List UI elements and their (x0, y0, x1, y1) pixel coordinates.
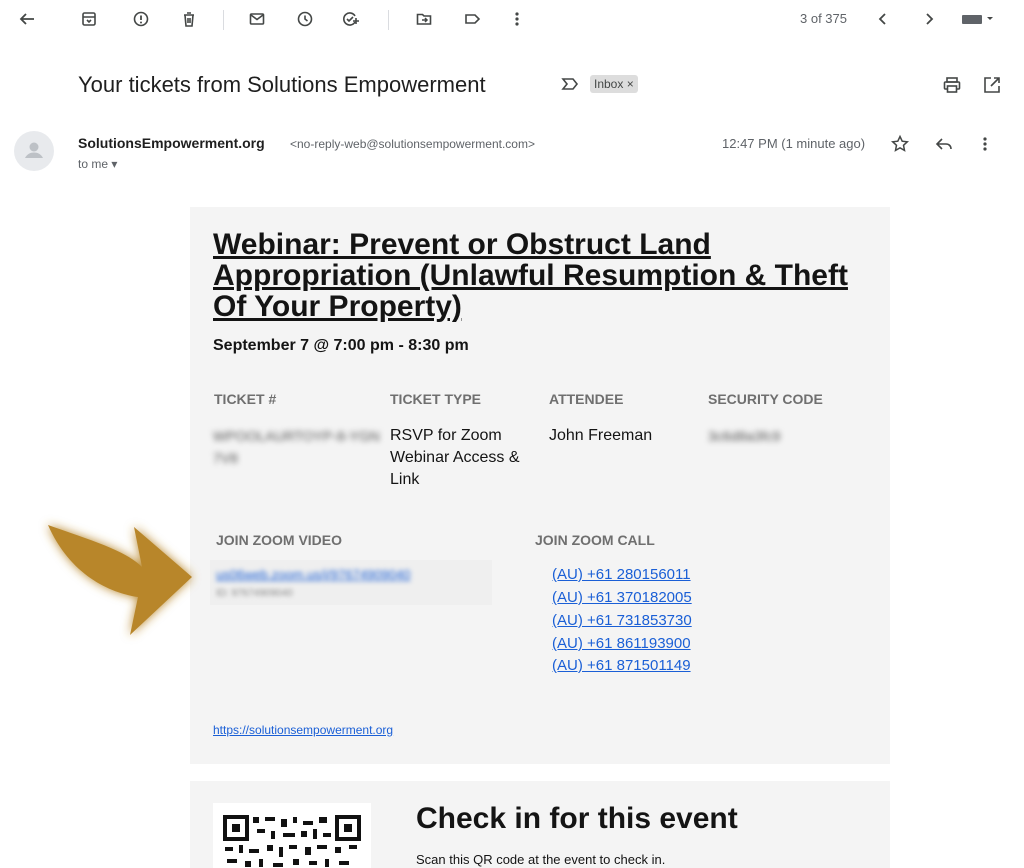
person-icon (25, 142, 43, 158)
sender-avatar (14, 131, 54, 171)
message-toolbar: 3 of 375 (0, 0, 1024, 40)
qr-code (213, 803, 371, 868)
pagination-count: 3 of 375 (800, 11, 847, 26)
security-code-value: 3c6d8a3fc9 (708, 428, 781, 444)
ticket-type-header: TICKET TYPE (390, 391, 482, 407)
back-arrow-icon[interactable] (16, 8, 38, 30)
recipient-details-toggle[interactable]: to me ▾ (78, 157, 117, 171)
report-spam-icon[interactable] (130, 8, 152, 30)
zoom-phone-link[interactable]: (AU) +61 731853730 (552, 612, 692, 629)
join-zoom-call-header: JOIN ZOOM CALL (535, 532, 655, 548)
zoom-phone-link[interactable]: (AU) +61 871501149 (552, 657, 691, 674)
checkin-instructions: Scan this QR code at the event to check … (416, 852, 666, 867)
attendee-value: John Freeman (549, 427, 653, 444)
zoom-phone-link[interactable]: (AU) +61 370182005 (552, 589, 692, 606)
recipient-label: to me (78, 157, 109, 171)
zoom-phone-link[interactable]: (AU) +61 861193900 (552, 635, 691, 652)
open-new-window-icon[interactable] (982, 75, 1002, 95)
archive-icon[interactable] (78, 8, 100, 30)
ticket-number-value: WPOOLAURTOYP-8-YGN7V8 (213, 428, 380, 466)
input-tools-keyboard-icon[interactable] (958, 8, 998, 30)
sender-email: <no-reply-web@solutionsempowerment.com> (290, 137, 535, 151)
event-title-link[interactable]: Webinar: Prevent or Obstruct Land Approp… (213, 229, 853, 322)
newer-chevron-icon[interactable] (872, 8, 894, 30)
more-options-icon[interactable] (506, 8, 528, 30)
event-date: September 7 @ 7:00 pm - 8:30 pm (213, 337, 469, 354)
mark-unread-icon[interactable] (246, 8, 268, 30)
security-code-header: SECURITY CODE (708, 391, 823, 407)
older-chevron-icon[interactable] (918, 8, 940, 30)
message-more-icon[interactable] (982, 134, 1002, 154)
email-subject: Your tickets from Solutions Empowerment (78, 72, 486, 97)
important-marker-icon[interactable] (560, 74, 580, 94)
ticket-number-header: TICKET # (214, 391, 277, 407)
ticket-type-value: RSVP for Zoom Webinar Access & Link (390, 427, 520, 488)
website-link[interactable]: https://solutionsempowerment.org (213, 723, 393, 737)
zoom-video-link[interactable]: us06web.zoom.us/j/97674909040 (216, 567, 410, 582)
caret-down-icon: ▾ (111, 157, 118, 171)
join-zoom-video-header: JOIN ZOOM VIDEO (216, 532, 343, 548)
reply-icon[interactable] (934, 134, 954, 154)
move-to-icon[interactable] (413, 8, 435, 30)
label-icon[interactable] (461, 8, 483, 30)
zoom-phone-link[interactable]: (AU) +61 280156011 (552, 566, 691, 583)
snooze-icon[interactable] (294, 8, 316, 30)
star-icon[interactable] (890, 134, 910, 154)
checkin-heading: Check in for this event (416, 802, 738, 835)
zoom-meeting-id: ID: 97674909040 (216, 588, 293, 599)
inbox-label-chip[interactable]: Inbox × (590, 75, 638, 93)
attendee-header: ATTENDEE (549, 391, 624, 407)
sender-name[interactable]: SolutionsEmpowerment.org (78, 135, 265, 151)
add-to-tasks-icon[interactable] (340, 8, 362, 30)
toolbar-divider (388, 10, 389, 30)
highlight-arrow-icon (48, 525, 192, 635)
delete-icon[interactable] (178, 8, 200, 30)
print-icon[interactable] (942, 75, 962, 95)
toolbar-divider (223, 10, 224, 30)
message-time: 12:47 PM (1 minute ago) (722, 136, 866, 151)
